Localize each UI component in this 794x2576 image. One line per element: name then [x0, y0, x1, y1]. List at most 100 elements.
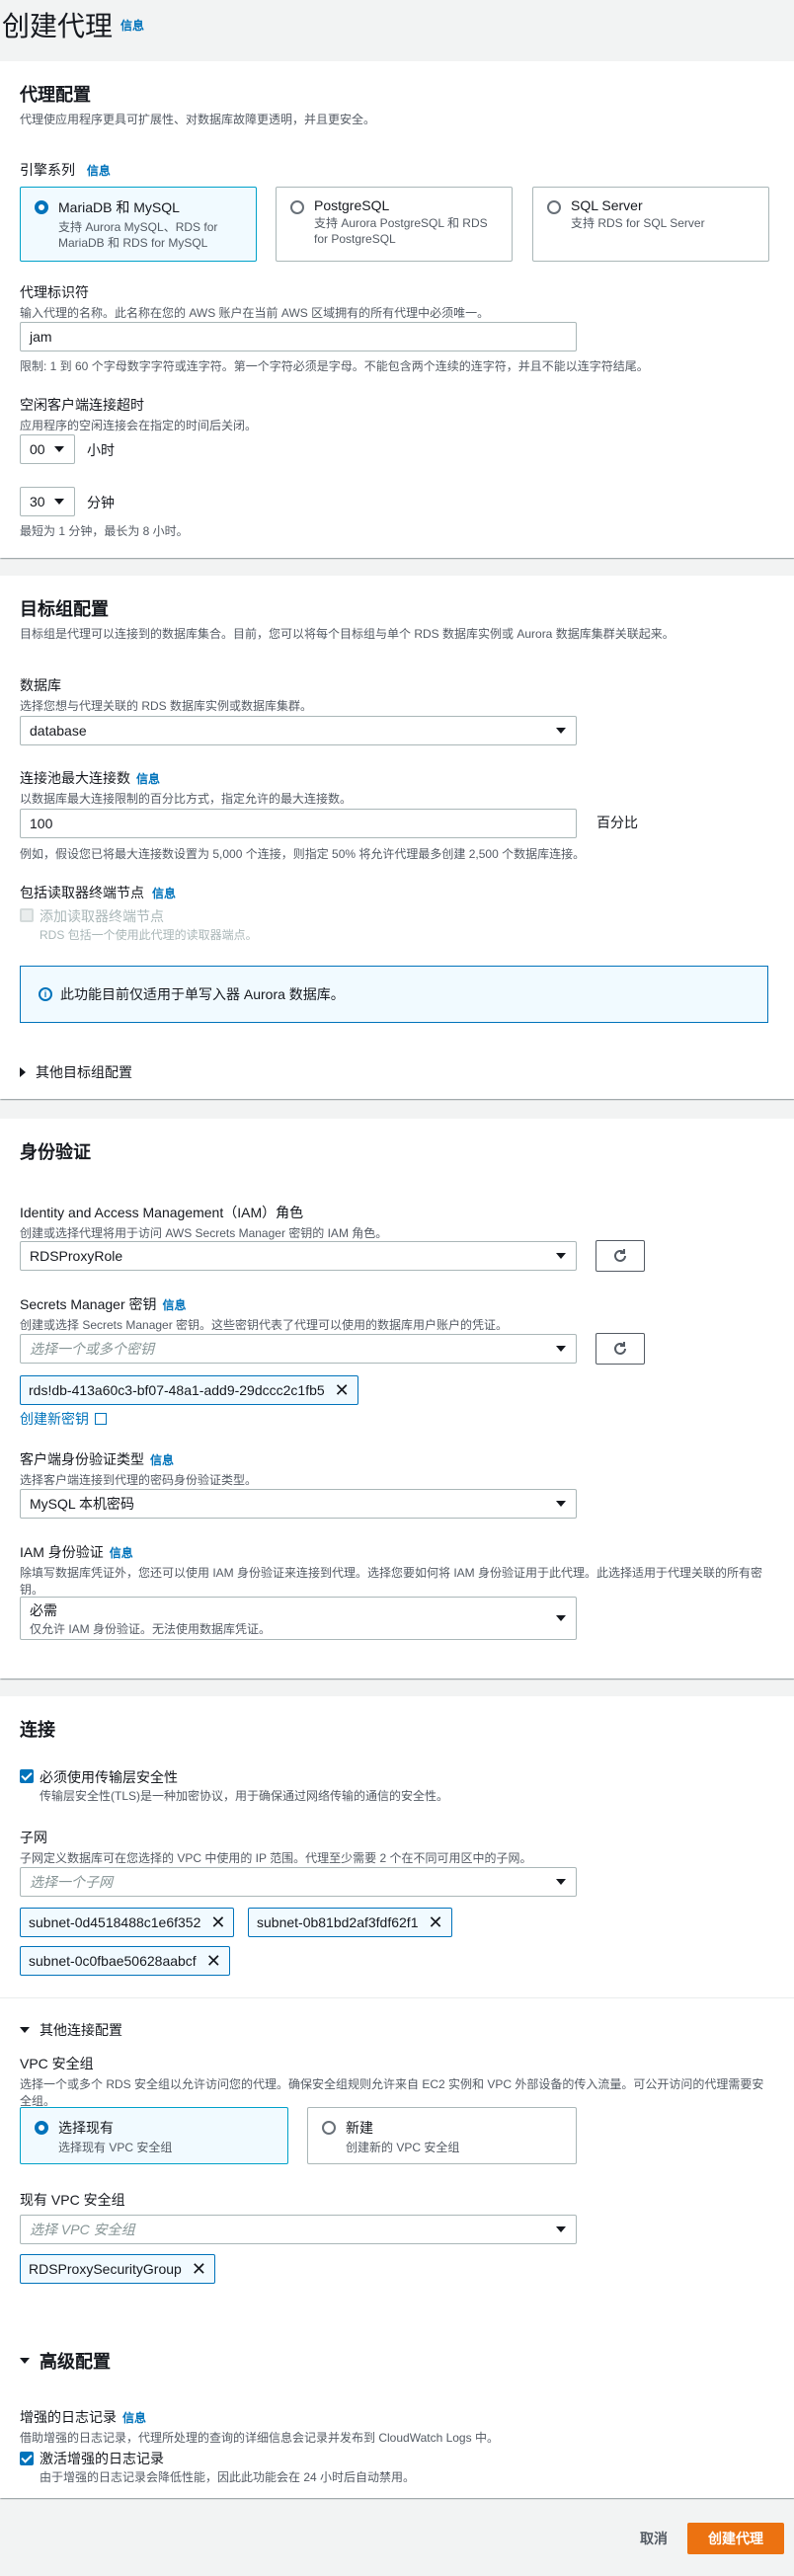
reader-checkbox-label: 添加读取器终端节点	[40, 908, 164, 924]
engine-mysql-radio[interactable]	[35, 200, 48, 214]
iam-auth-label: IAM 身份验证	[20, 1544, 104, 1560]
tls-checkbox[interactable]	[20, 1769, 34, 1783]
connectivity-more-expander[interactable]: 其他连接配置	[20, 2020, 122, 2040]
info-icon: i	[39, 987, 52, 1001]
chevron-down-icon	[556, 2226, 566, 2232]
vpc-sg-desc: 选择一个或多个 RDS 安全组以允许访问您的代理。确保安全组规则允许来自 EC2…	[20, 2077, 764, 2108]
identifier-field: 代理标识符 输入代理的名称。此名称在您的 AWS 账户在当前 AWS 区域拥有的…	[20, 282, 489, 321]
vpc-sg-option-existing[interactable]: 选择现有 选择现有 VPC 安全组	[20, 2107, 288, 2164]
logging-label: 增强的日志记录	[20, 2409, 117, 2425]
refresh-icon	[614, 1342, 626, 1355]
proxy-config-desc: 代理使应用程序更具可扩展性、对数据库故障更透明，并且更安全。	[20, 113, 376, 126]
client-auth-field: 客户端身份验证类型 信息 选择客户端连接到代理的密码身份验证类型。	[20, 1449, 257, 1488]
secrets-refresh-button[interactable]	[596, 1333, 645, 1365]
engine-mysql-desc: 支持 Aurora MySQL、RDS for MariaDB 和 RDS fo…	[58, 220, 218, 250]
iam-role-select[interactable]: RDSProxyRole	[20, 1241, 577, 1271]
identifier-input[interactable]: jam	[20, 322, 577, 351]
pool-value: 100	[30, 816, 53, 831]
subnet-token-label: subnet-0d4518488c1e6f352	[29, 1914, 201, 1930]
client-auth-info-link[interactable]: 信息	[150, 1453, 174, 1467]
reader-info-link[interactable]: 信息	[152, 887, 176, 900]
secrets-desc: 创建或选择 Secrets Manager 密钥。这些密钥代表了代理可以使用的数…	[20, 1318, 509, 1332]
close-icon[interactable]: ✕	[192, 2260, 206, 2278]
logging-checkbox[interactable]	[20, 2452, 34, 2465]
page-header: 创建代理 信息	[0, 0, 794, 49]
subnets-select[interactable]: 选择一个子网	[20, 1867, 577, 1897]
iam-role-label: Identity and Access Management（IAM）角色	[20, 1205, 304, 1220]
secrets-select[interactable]: 选择一个或多个密钥	[20, 1334, 577, 1364]
chevron-down-icon	[556, 1253, 566, 1259]
create-proxy-button[interactable]: 创建代理	[687, 2523, 784, 2554]
engine-postgresql-radio[interactable]	[290, 200, 304, 214]
subnets-desc: 子网定义数据库可在您选择的 VPC 中使用的 IP 范围。代理至少需要 2 个在…	[20, 1851, 532, 1865]
vpc-sg-new-radio[interactable]	[322, 2121, 336, 2135]
close-icon[interactable]: ✕	[428, 1913, 442, 1931]
idle-minutes-unit: 分钟	[87, 495, 115, 510]
secrets-info-link[interactable]: 信息	[163, 1298, 187, 1312]
subnets-placeholder: 选择一个子网	[30, 1874, 113, 1890]
engine-option-sqlserver[interactable]: SQL Server 支持 RDS for SQL Server	[532, 187, 769, 262]
identifier-value: jam	[30, 329, 52, 345]
idle-minutes-select[interactable]: 30	[20, 487, 75, 516]
vpc-sg-existing-title: 选择现有	[58, 2120, 114, 2136]
close-icon[interactable]: ✕	[210, 1913, 225, 1931]
database-label: 数据库	[20, 677, 61, 693]
close-icon[interactable]: ✕	[335, 1381, 350, 1399]
vpc-sg-existing-desc: 选择现有 VPC 安全组	[58, 2141, 173, 2154]
pool-field: 连接池最大连接数 信息 以数据库最大连接限制的百分比方式，指定允许的最大连接数。	[20, 768, 352, 807]
idle-hours-select[interactable]: 00	[20, 434, 75, 464]
reader-checkbox-text: 添加读取器终端节点 RDS 包括一个使用此代理的读取器端点。	[40, 906, 258, 943]
secret-token: rds!db-413a60c3-bf07-48a1-add9-29dccc2c1…	[20, 1375, 358, 1405]
iam-role-refresh-button[interactable]	[596, 1240, 645, 1272]
subnet-token: subnet-0d4518488c1e6f352 ✕	[20, 1908, 235, 1937]
identifier-label: 代理标识符	[20, 284, 89, 300]
pool-label: 连接池最大连接数	[20, 770, 130, 786]
idle-timeout-desc: 应用程序的空闲连接会在指定的时间后关闭。	[20, 419, 258, 432]
vpc-sg-option-new[interactable]: 新建 创建新的 VPC 安全组	[307, 2107, 577, 2164]
pool-input[interactable]: 100	[20, 809, 577, 838]
database-select[interactable]: database	[20, 716, 577, 745]
cancel-button[interactable]: 取消	[620, 2523, 687, 2554]
subnets-field: 子网 子网定义数据库可在您选择的 VPC 中使用的 IP 范围。代理至少需要 2…	[20, 1828, 531, 1866]
info-alert: i 此功能目前仅适用于单写入器 Aurora 数据库。	[20, 966, 768, 1023]
iam-auth-select[interactable]: 必需 仅允许 IAM 身份验证。无法使用数据库凭证。	[20, 1597, 577, 1640]
create-secret-link-label: 创建新密钥	[20, 1411, 89, 1427]
pool-info-link[interactable]: 信息	[136, 772, 160, 786]
subnets-label: 子网	[20, 1830, 47, 1845]
vpc-sg-new-title: 新建	[346, 2120, 373, 2136]
engine-option-postgresql[interactable]: PostgreSQL 支持 Aurora PostgreSQL 和 RDS fo…	[276, 187, 513, 262]
vpc-sg-existing-radio[interactable]	[35, 2121, 48, 2135]
target-group-desc: 目标组是代理可以连接到的数据库集合。目前，您可以将每个目标组与单个 RDS 数据…	[20, 627, 675, 641]
existing-sg-field: 现有 VPC 安全组	[20, 2190, 125, 2210]
engine-option-mysql[interactable]: MariaDB 和 MySQL 支持 Aurora MySQL、RDS for …	[20, 187, 257, 262]
existing-sg-label: 现有 VPC 安全组	[20, 2192, 125, 2208]
chevron-down-icon	[556, 1879, 566, 1885]
engine-sqlserver-desc: 支持 RDS for SQL Server	[571, 216, 705, 230]
caret-down-icon	[20, 2027, 30, 2033]
engine-family-field: 引擎系列 信息	[20, 160, 111, 180]
external-link-icon	[95, 1413, 107, 1425]
engine-family-info[interactable]: 信息	[87, 164, 111, 178]
reader-checkbox[interactable]	[20, 908, 34, 922]
pool-example: 例如，假设您已将最大连接数设置为 5,000 个连接，则指定 50% 将允许代理…	[20, 847, 586, 861]
engine-sqlserver-radio[interactable]	[547, 200, 561, 214]
close-icon[interactable]: ✕	[206, 1952, 221, 1970]
database-desc: 选择您想与代理关联的 RDS 数据库实例或数据库集群。	[20, 699, 313, 713]
advanced-expander[interactable]: 高级配置	[20, 2348, 111, 2374]
logging-desc: 借助增强的日志记录，代理所处理的查询的详细信息会记录并发布到 CloudWatc…	[20, 2431, 499, 2445]
secrets-label: Secrets Manager 密钥	[20, 1296, 157, 1312]
chevron-down-icon	[54, 446, 64, 452]
security-group-token: RDSProxySecurityGroup ✕	[20, 2254, 215, 2284]
idle-hours-value: 00	[30, 441, 45, 457]
existing-sg-select[interactable]: 选择 VPC 安全组	[20, 2215, 577, 2244]
logging-info-link[interactable]: 信息	[122, 2411, 146, 2425]
logging-checkbox-text: 激活增强的日志记录 由于增强的日志记录会降低性能，因此此功能会在 24 小时后自…	[40, 2449, 415, 2485]
page-info-link[interactable]: 信息	[120, 17, 144, 34]
iam-auth-info-link[interactable]: 信息	[110, 1546, 133, 1560]
client-auth-value: MySQL 本机密码	[30, 1496, 135, 1512]
connectivity-more-label: 其他连接配置	[40, 2022, 122, 2038]
vpc-sg-new-desc: 创建新的 VPC 安全组	[346, 2141, 460, 2154]
create-secret-link[interactable]: 创建新密钥	[20, 1409, 107, 1429]
client-auth-select[interactable]: MySQL 本机密码	[20, 1489, 577, 1519]
target-group-more-expander[interactable]: 其他目标组配置	[20, 1062, 132, 1082]
